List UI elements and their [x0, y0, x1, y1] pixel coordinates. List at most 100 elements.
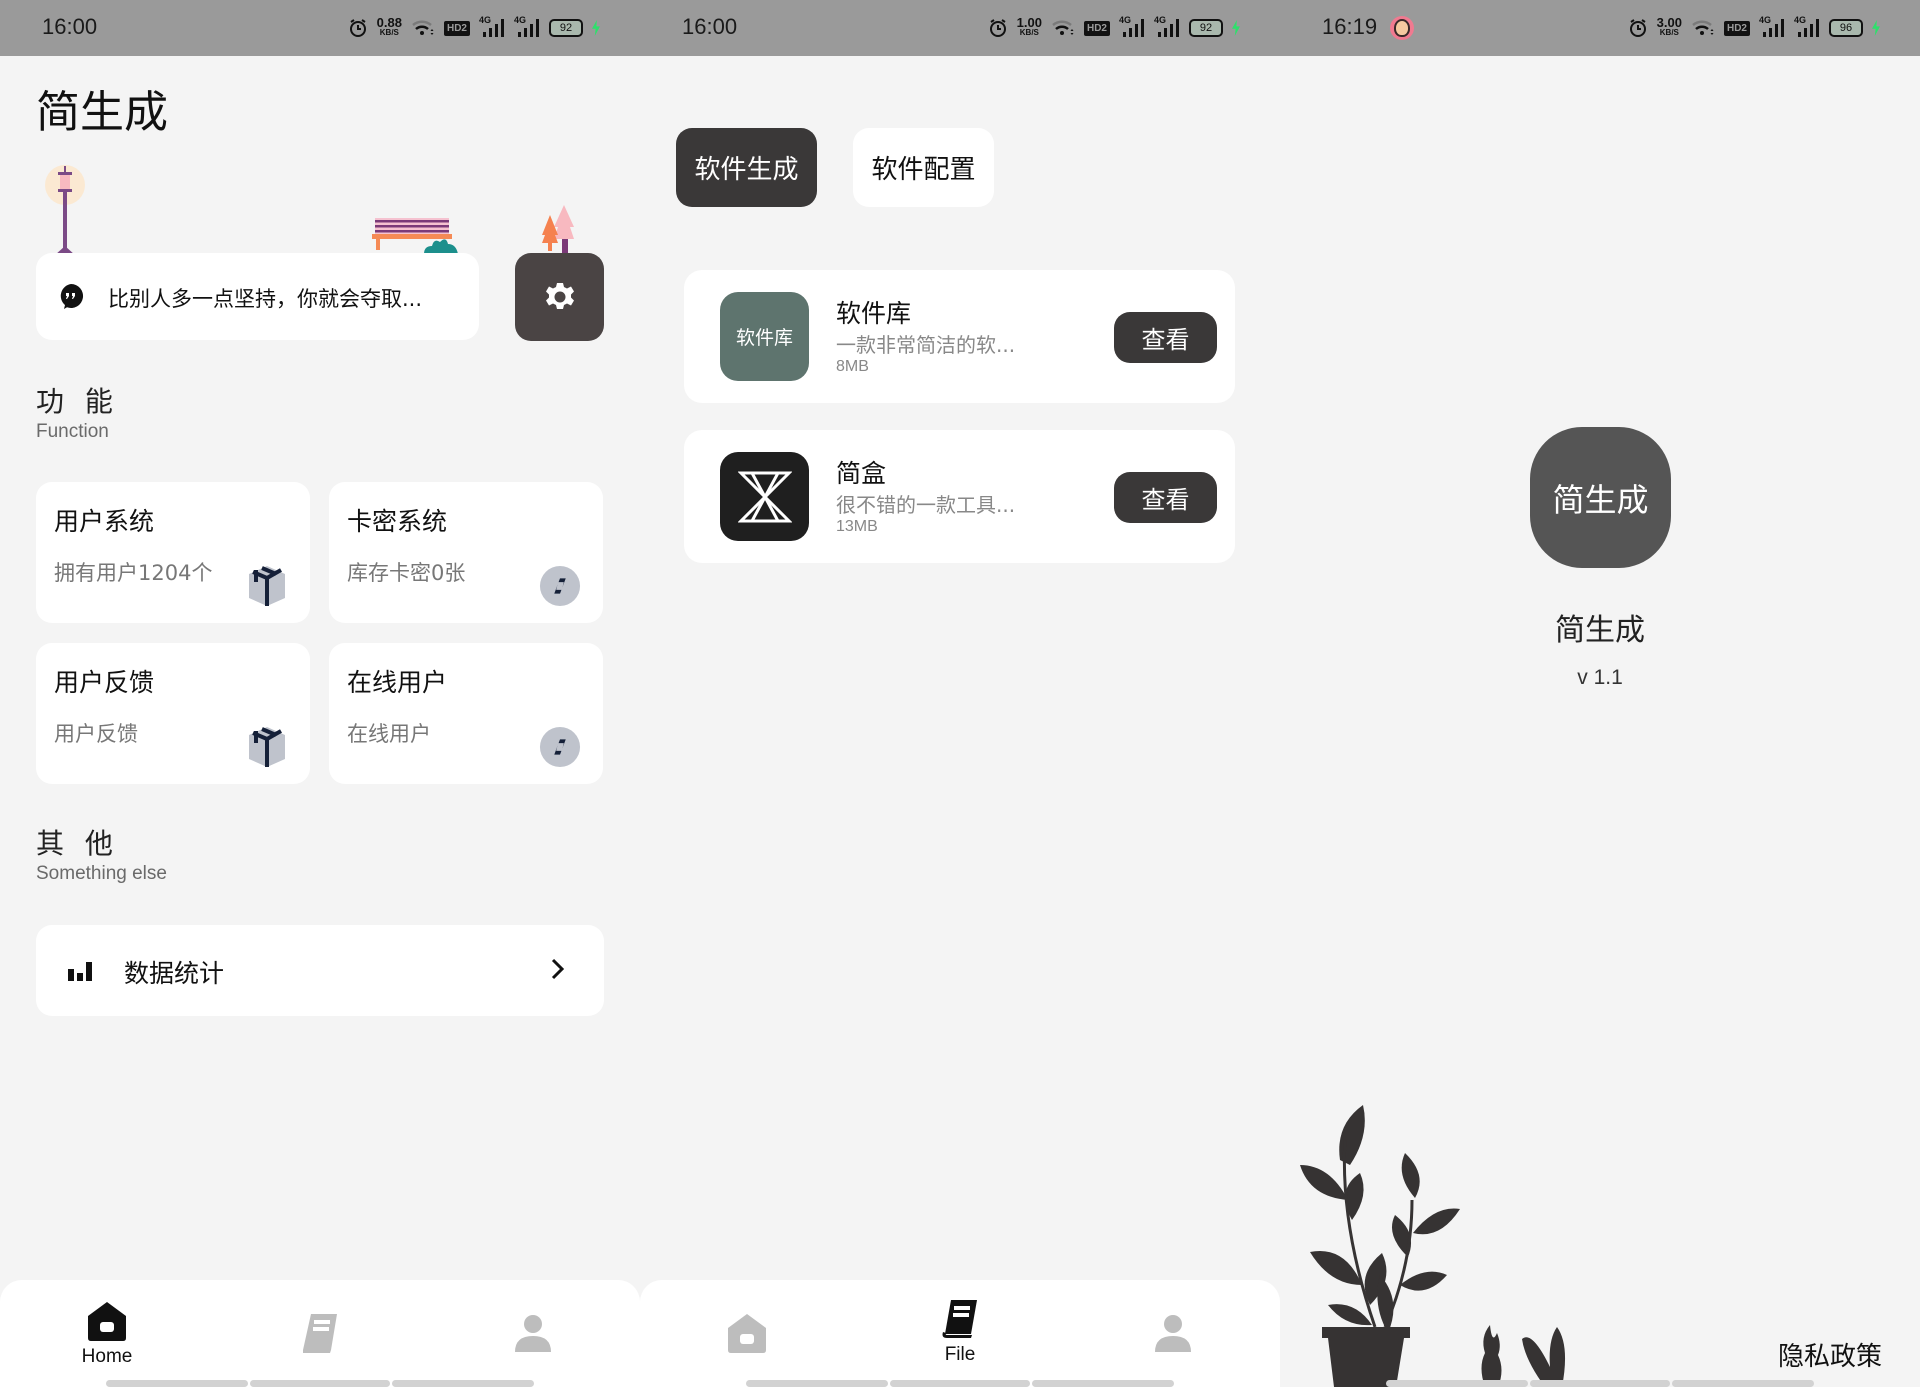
signal-icon-2: 4G [1154, 15, 1180, 39]
hd-voice-icon: HD2 [1083, 20, 1110, 36]
user-icon [1155, 1315, 1191, 1352]
hd-voice-icon: HD2 [1723, 20, 1750, 36]
gesture-bar [392, 1380, 534, 1387]
app-icon-software-library: 软件库 [720, 292, 809, 381]
data-statistics-label: 数据统计 [124, 959, 225, 988]
plant-illustration [1300, 1105, 1566, 1387]
box-icon [249, 727, 285, 767]
nav-home[interactable]: Home [37, 1300, 177, 1380]
app-card-jianhe[interactable]: 简盒 很不错的一款工具... 13MB 查看 [684, 430, 1235, 563]
nav-file[interactable] [250, 1312, 390, 1387]
nav-file[interactable]: File [890, 1298, 1030, 1378]
status-icons: 0.88 KB/S HD2 4G 4G 92 [348, 14, 600, 42]
page-title: 简生成 [36, 87, 168, 138]
privacy-policy-link[interactable]: 隐私政策 [1778, 1336, 1882, 1373]
status-time: 16:00 [42, 14, 98, 39]
card-online-users[interactable]: 在线用户 在线用户 [329, 643, 603, 784]
file-screen: 16:00 1.00 KB/S HD2 4G 4G 92 软件生成 软件配置 软件… [640, 0, 1280, 1387]
data-statistics-item[interactable]: 数据统计 [36, 925, 604, 1016]
gesture-bar [106, 1380, 248, 1387]
signal-icon: 4G [1759, 15, 1785, 39]
battery-icon: 92 [1189, 19, 1223, 37]
nav-profile[interactable] [463, 1312, 603, 1387]
wifi-icon [1692, 20, 1714, 35]
app-version: v 1.1 [1577, 666, 1623, 689]
nav-profile[interactable] [1103, 1312, 1243, 1387]
charging-icon [592, 20, 600, 36]
card-card-key-system[interactable]: 卡密系统 库存卡密0张 [329, 482, 603, 623]
book-icon [942, 1300, 977, 1338]
gesture-bar [1386, 1380, 1528, 1387]
view-button[interactable]: 查看 [1114, 312, 1217, 363]
app-card-software-library[interactable]: 软件库 软件库 一款非常简洁的软... 8MB 查看 [684, 270, 1235, 403]
card-subtitle: 在线用户 [347, 722, 431, 746]
app-description: 一款非常简洁的软... [836, 333, 1016, 357]
card-title: 用户系统 [54, 507, 155, 536]
card-title: 在线用户 [347, 668, 448, 697]
network-speed: 0.88 KB/S [376, 15, 402, 37]
compass-icon [539, 565, 581, 607]
other-section-title: 其 他 [36, 827, 119, 860]
app-name: 软件库 [836, 299, 912, 328]
signal-icon-2: 4G [1794, 15, 1820, 39]
gesture-bar [890, 1380, 1030, 1387]
home-icon [728, 1314, 766, 1353]
nav-home-label: Home [81, 1346, 133, 1367]
alarm-icon [349, 19, 366, 37]
app-name: 简生成 [1555, 613, 1645, 648]
tab-software-generate[interactable]: 软件生成 [676, 128, 817, 207]
gesture-bar [1032, 1380, 1174, 1387]
nav-home[interactable] [677, 1312, 817, 1387]
bench-illustration [372, 218, 458, 254]
other-section-subtitle: Something else [36, 863, 167, 884]
home-icon [88, 1302, 126, 1341]
app-size: 8MB [836, 358, 869, 375]
app-logo: 简生成 [1530, 427, 1671, 568]
app-description: 很不错的一款工具... [836, 493, 1016, 517]
wifi-icon [412, 20, 434, 35]
view-button[interactable]: 查看 [1114, 472, 1217, 523]
alarm-icon [1629, 19, 1646, 37]
gesture-bar [250, 1380, 390, 1387]
home-screen: 16:00 0.88 KB/S HD2 4G 4G 92 简生成 比别人多一点坚… [0, 0, 640, 1387]
charging-icon [1872, 20, 1880, 36]
status-bar: 16:00 0.88 KB/S HD2 4G 4G 92 [0, 0, 640, 56]
bottom-nav: File [640, 1280, 1280, 1387]
about-screen: 16:19 3.00 KB/S HD2 4G 4G 96 简生成 简生成 v 1.… [1280, 0, 1920, 1387]
tab-software-config[interactable]: 软件配置 [853, 128, 994, 207]
function-section-subtitle: Function [36, 421, 109, 442]
app-name: 简盒 [836, 459, 887, 488]
signal-icon-2: 4G [514, 15, 540, 39]
card-subtitle: 用户反馈 [54, 722, 138, 746]
card-user-feedback[interactable]: 用户反馈 用户反馈 [36, 643, 310, 784]
status-icons: 1.00 KB/S HD2 4G 4G 92 [988, 14, 1240, 42]
gesture-bar [1530, 1380, 1670, 1387]
bottom-nav: Home [0, 1280, 640, 1387]
network-speed: 1.00 KB/S [1016, 15, 1042, 37]
battery-icon: 96 [1829, 19, 1863, 37]
book-icon [303, 1314, 337, 1353]
quote-text: 比别人多一点坚持，你就会夺取... [108, 287, 423, 311]
card-subtitle: 拥有用户1204个 [54, 561, 213, 585]
x-logo-icon [737, 471, 792, 522]
app-size: 13MB [836, 518, 878, 535]
hd-voice-icon: HD2 [443, 20, 470, 36]
bar-chart-icon [68, 962, 92, 981]
status-time: 16:00 [682, 14, 738, 39]
compass-icon [539, 726, 581, 768]
card-title: 卡密系统 [347, 507, 448, 536]
status-bar: 16:19 3.00 KB/S HD2 4G 4G 96 [1280, 0, 1920, 56]
status-time: 16:19 [1322, 14, 1378, 39]
card-user-system[interactable]: 用户系统 拥有用户1204个 [36, 482, 310, 623]
status-bar: 16:00 1.00 KB/S HD2 4G 4G 92 [640, 0, 1280, 56]
network-speed: 3.00 KB/S [1656, 15, 1682, 37]
gesture-bar [746, 1380, 888, 1387]
box-icon [249, 566, 285, 606]
trees-illustration [542, 205, 574, 253]
signal-icon: 4G [1119, 15, 1145, 39]
settings-button[interactable] [515, 253, 604, 341]
notification-avatar-icon [1390, 16, 1414, 40]
card-title: 用户反馈 [54, 668, 155, 697]
card-subtitle: 库存卡密0张 [347, 561, 466, 585]
quote-card[interactable]: 比别人多一点坚持，你就会夺取... [36, 253, 479, 340]
